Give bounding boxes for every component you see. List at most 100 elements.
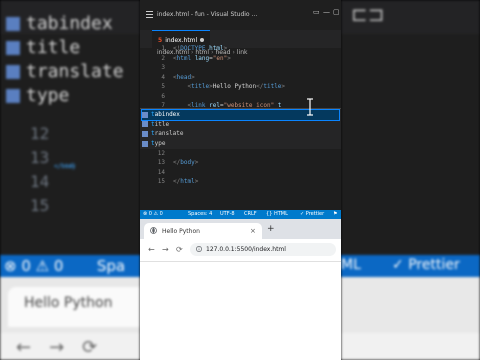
bg-status-language: ML — [341, 257, 361, 273]
bg-suggest-label: type — [26, 85, 70, 106]
code-token: title — [263, 83, 282, 90]
property-icon — [6, 17, 20, 31]
suggest-label: translate — [151, 129, 184, 139]
bg-browser-tab-title: Hello Python — [24, 295, 112, 311]
bg-status-prettier: Prettier — [408, 257, 460, 273]
browser-tab-title: Hello Python — [162, 228, 200, 235]
bell-icon[interactable]: ⚑ — [333, 211, 337, 217]
bg-suggest-item: title — [6, 36, 124, 60]
property-icon — [142, 111, 148, 118]
browser-toolbar: ← → ⟳ 127.0.0.1:5500/index.html — [140, 239, 341, 262]
layout-icon[interactable]: ▭ — [313, 8, 320, 16]
line-number: 15 — [157, 178, 165, 185]
info-icon[interactable] — [196, 246, 202, 252]
maximize-icon[interactable]: ▢ — [333, 8, 340, 16]
code-token: html — [205, 45, 224, 52]
bg-status-errors: ⊗ 0 ⚠ 0 — [4, 257, 64, 275]
status-bar: ⊗ 0 ⚠ 0 Spaces: 4 UTF-8 CRLF {} HTML ✓ P… — [140, 210, 341, 219]
suggest-label: type — [151, 139, 165, 149]
code-line[interactable]: </html> — [173, 177, 198, 187]
code-line[interactable]: <html lang="en"> — [173, 54, 231, 64]
reload-icon[interactable]: ⟳ — [176, 245, 183, 254]
suggest-rest: ranslate — [154, 130, 184, 138]
title-bar: index.html - fun - Visual Studio ... ▭ —… — [140, 0, 341, 30]
url-text: 127.0.0.1:5500/index.html — [206, 246, 286, 253]
browser-tab[interactable]: Hello Python × — [144, 223, 262, 239]
browser-window: Hello Python × + ← → ⟳ 127.0.0.1:5500/in… — [140, 219, 341, 360]
bg-browser-nav: ←→⟳ — [16, 337, 116, 358]
bg-suggest-list: tabindex title translate type — [6, 12, 124, 108]
code-line[interactable]: <!DOCTYPE html> — [173, 44, 227, 54]
status-language[interactable]: {} HTML — [266, 211, 288, 217]
code-token: Hello Python — [212, 83, 257, 90]
line-number: 5 — [161, 83, 165, 90]
bg-suggest-item: tabindex — [6, 12, 124, 36]
bg-suggest-label: title — [26, 37, 81, 58]
status-errors[interactable]: ⊗ 0 ⚠ 0 — [143, 211, 163, 217]
suggest-item[interactable]: translate — [142, 129, 339, 139]
suggest-rest: ype — [154, 139, 166, 147]
bg-line-number: 15 — [30, 196, 50, 215]
window-title: index.html - fun - Visual Studio ... — [157, 11, 258, 18]
code-token: "en" — [212, 55, 228, 62]
background-right-panel: ⊏⊐ ML ✓ Prettier — [341, 0, 480, 360]
code-token: > — [281, 83, 286, 90]
close-tab-icon[interactable]: × — [250, 227, 256, 235]
code-token: html — [176, 55, 192, 62]
bg-line: 13 </body — [30, 146, 76, 170]
suggest-label: title — [151, 120, 169, 130]
property-icon — [6, 41, 20, 55]
background-left-panel: tabindex title translate type 12 13 </bod… — [0, 0, 140, 360]
minimize-icon[interactable]: — — [323, 8, 330, 16]
code-token: lang — [191, 55, 210, 62]
status-encoding[interactable]: UTF-8 — [220, 211, 235, 217]
property-icon — [142, 140, 148, 147]
code-token: html — [180, 178, 195, 185]
status-eol[interactable]: CRLF — [244, 211, 257, 217]
bg-line-number: 13 — [30, 148, 50, 167]
line-number: 3 — [161, 64, 165, 71]
bg-status-right: ML ✓ Prettier — [341, 257, 460, 273]
forward-icon[interactable]: → — [162, 245, 169, 254]
suggest-item[interactable]: type — [142, 139, 339, 149]
property-icon — [6, 65, 20, 79]
suggest-rest: abindex — [154, 111, 180, 118]
line-number: 13 — [157, 159, 165, 166]
bg-browser-tabbar — [341, 277, 480, 333]
bg-tab-title-text: Hello Python — [24, 295, 113, 311]
code-token: > — [194, 178, 199, 185]
bg-line-numbers: 12 13 </body 14 15 </html — [30, 122, 76, 218]
browser-tabbar: Hello Python × + — [140, 219, 341, 239]
bg-suggest-label: tabindex — [26, 13, 113, 34]
bg-line-number: 12 — [30, 124, 50, 143]
status-prettier[interactable]: ✓ Prettier — [300, 211, 324, 217]
code-token: > — [191, 74, 195, 81]
bg-line: 15 </html — [30, 163, 76, 218]
code-token: > — [223, 45, 228, 52]
bg-status-left: ⊗ 0 ⚠ 0 Spa — [4, 257, 125, 275]
code-token: > — [194, 159, 199, 166]
address-bar[interactable]: 127.0.0.1:5500/index.html — [190, 243, 336, 256]
property-icon — [6, 89, 20, 103]
suggest-rest: itle — [154, 120, 170, 128]
code-line[interactable]: </body> — [173, 158, 198, 168]
code-token: > — [227, 55, 231, 62]
globe-icon — [150, 227, 157, 234]
code-token: head — [176, 74, 192, 81]
bg-suggest-item: type — [6, 84, 124, 108]
code-line[interactable]: <title>Hello Python</title> — [173, 82, 285, 92]
bg-suggest-label: translate — [26, 61, 124, 82]
suggest-item[interactable]: title — [142, 120, 339, 130]
suggest-label: tabindex — [151, 110, 180, 120]
bg-line: 14 — [30, 170, 49, 194]
status-spaces[interactable]: Spaces: 4 — [188, 211, 212, 217]
property-icon — [142, 121, 148, 128]
back-icon[interactable]: ← — [148, 245, 155, 254]
property-icon — [142, 130, 148, 137]
code-token: body — [180, 159, 195, 166]
menu-icon[interactable] — [146, 11, 153, 18]
code-token: title — [191, 83, 210, 90]
line-number: 1 — [161, 45, 165, 52]
new-tab-button[interactable]: + — [267, 224, 275, 234]
